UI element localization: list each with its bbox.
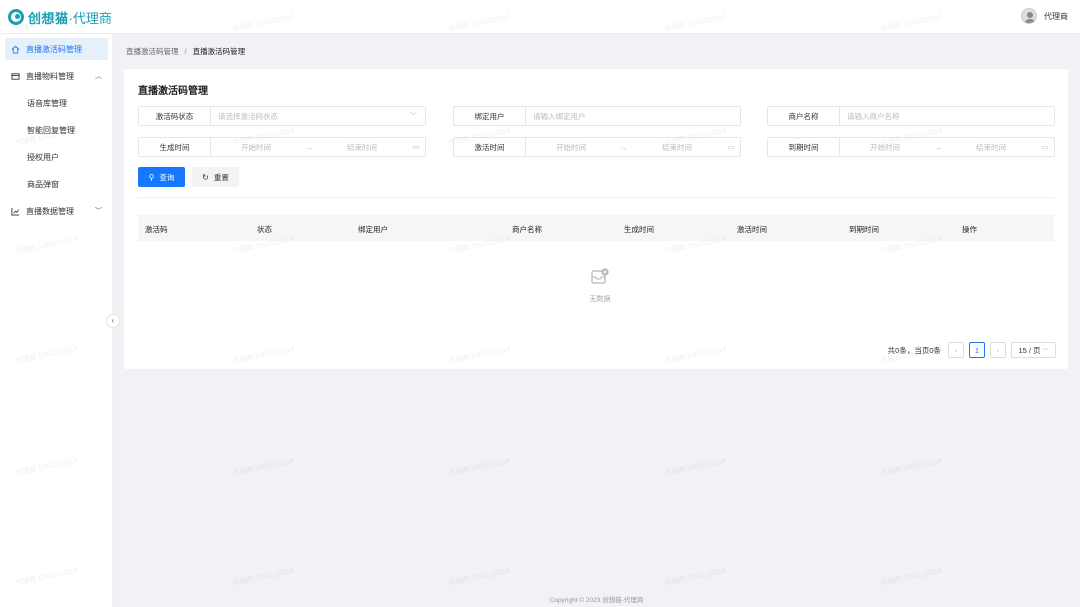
table-header: 激活码 状态 绑定用户 商户名称 生成时间 激活时间 到期时间 操作 [138, 215, 1054, 241]
bind-user-input[interactable] [533, 111, 740, 121]
user-menu[interactable]: 代理商 [1021, 8, 1068, 24]
calendar-icon: ▭ [727, 144, 735, 151]
breadcrumb: 直播激活码管理 / 直播激活码管理 [126, 46, 245, 57]
logo[interactable]: 创想猫 ·代理商 [8, 8, 112, 26]
empty-inbox-icon [591, 268, 609, 284]
arrow-right-icon: → [620, 142, 628, 152]
created-end-input[interactable]: 结束时间 [317, 142, 407, 153]
chevron-up-icon: ︿ [95, 73, 102, 80]
pagination: 共0条，当页0条 ‹ 1 › 15 / 页 ﹀ [888, 342, 1056, 358]
sidebar-item-label: 直播激活码管理 [26, 44, 82, 54]
footer-copyright: Copyright © 2023 创想猫-代理商 [549, 597, 644, 604]
sidebar: 直播激活码管理 直播物料管理 ︿ 语音库管理 智能回复管理 授权用户 商品弹窗 … [0, 34, 113, 607]
reset-button-label: 重置 [213, 172, 229, 182]
expires-end-input[interactable]: 结束时间 [946, 142, 1036, 153]
column-header-code: 激活码 [145, 225, 168, 234]
watermark-text: 代理商 13511111114 [448, 457, 511, 478]
breadcrumb-separator: / [184, 47, 187, 56]
column-header-expires: 到期时间 [849, 225, 879, 234]
chart-icon [11, 207, 20, 216]
logo-icon [8, 9, 24, 25]
column-header-actions: 操作 [962, 225, 977, 234]
logo-brand: 创想猫 [28, 10, 69, 26]
expires-range-filter[interactable]: 到期时间 开始时间 → 结束时间 ▭ [767, 137, 1055, 157]
activated-end-input[interactable]: 结束时间 [632, 142, 722, 153]
chevron-left-icon: ‹ [111, 316, 115, 325]
search-button[interactable]: ⚲ 查询 [138, 167, 185, 187]
watermark-text: 代理商 13511111114 [664, 457, 727, 478]
logo-suffix: ·代理商 [68, 10, 112, 26]
created-range-filter[interactable]: 生成时间 开始时间 → 结束时间 ▭ [138, 137, 426, 157]
column-header-created: 生成时间 [624, 225, 654, 234]
bind-user-filter: 绑定用户 [453, 106, 741, 126]
page-size-select[interactable]: 15 / 页 ﹀ [1011, 342, 1056, 358]
watermark-text: 代理商 13511111114 [880, 457, 943, 478]
sidebar-item-activation-codes[interactable]: 直播激活码管理 [5, 38, 108, 60]
status-select[interactable]: 请选择激活码状态 [211, 107, 425, 125]
merchant-label: 商户名称 [768, 107, 840, 125]
search-icon: ⚲ [148, 172, 155, 182]
arrow-right-icon: → [934, 142, 942, 152]
empty-state: 无数据 [575, 268, 625, 304]
main-card: 直播激活码管理 激活码状态 请选择激活码状态 ﹀ 绑定用户 商户名称 生成时间 … [124, 69, 1068, 369]
activated-label: 激活时间 [454, 138, 526, 156]
bind-user-label: 绑定用户 [454, 107, 526, 125]
chevron-right-icon: › [996, 345, 1000, 355]
home-icon [11, 45, 20, 54]
sidebar-subitem-authorized-users[interactable]: 授权用户 [27, 152, 59, 163]
watermark-text: 代理商 13511111114 [232, 457, 295, 478]
chevron-down-icon: ﹀ [410, 113, 417, 120]
page-title: 直播激活码管理 [138, 86, 208, 97]
pagination-summary: 共0条，当页0条 [887, 345, 941, 355]
column-header-bind-user: 绑定用户 [358, 225, 388, 234]
page-size-value: 15 / 页 [1018, 345, 1041, 355]
sidebar-item-label: 直播物料管理 [26, 71, 74, 81]
top-bar: 创想猫 ·代理商 代理商 [0, 0, 1080, 34]
page-1-button[interactable]: 1 [969, 342, 985, 358]
column-header-status: 状态 [257, 225, 272, 234]
column-header-activated: 激活时间 [737, 225, 767, 234]
chevron-left-icon: ‹ [954, 345, 958, 355]
mail-icon [11, 72, 20, 80]
search-button-label: 查询 [159, 172, 175, 182]
status-filter[interactable]: 激活码状态 请选择激活码状态 ﹀ [138, 106, 426, 126]
user-name: 代理商 [1044, 11, 1068, 21]
reset-icon: ↻ [202, 172, 209, 182]
next-page-button[interactable]: › [990, 342, 1006, 358]
watermark-text: 代理商 13511111114 [880, 567, 943, 588]
created-label: 生成时间 [139, 138, 211, 156]
created-start-input[interactable]: 开始时间 [211, 142, 301, 153]
sidebar-subitem-smart-reply[interactable]: 智能回复管理 [27, 125, 75, 136]
chevron-down-icon: ﹀ [1042, 348, 1049, 355]
merchant-filter: 商户名称 [767, 106, 1055, 126]
watermark-text: 代理商 13511111114 [664, 567, 727, 588]
sidebar-item-label: 直播数据管理 [26, 206, 74, 216]
expires-start-input[interactable]: 开始时间 [840, 142, 930, 153]
avatar[interactable] [1021, 8, 1037, 24]
reset-button[interactable]: ↻ 重置 [192, 167, 239, 187]
arrow-right-icon: → [305, 142, 313, 152]
chevron-down-icon: ﹀ [95, 208, 102, 215]
collapse-sidebar-button[interactable]: ‹ [106, 314, 120, 328]
breadcrumb-current: 直播激活码管理 [192, 47, 246, 56]
status-filter-label: 激活码状态 [139, 107, 211, 125]
calendar-icon: ▭ [1041, 144, 1049, 151]
column-header-merchant: 商户名称 [512, 225, 542, 234]
prev-page-button[interactable]: ‹ [948, 342, 964, 358]
activated-start-input[interactable]: 开始时间 [526, 142, 616, 153]
merchant-input[interactable] [847, 111, 1054, 121]
sidebar-item-live-data[interactable]: 直播数据管理 ﹀ [5, 200, 108, 222]
watermark-text: 代理商 13511111114 [448, 567, 511, 588]
sidebar-item-materials[interactable]: 直播物料管理 ︿ [5, 65, 108, 87]
sidebar-subitem-product-popup[interactable]: 商品弹窗 [27, 179, 59, 190]
watermark-text: 代理商 13511111114 [232, 567, 295, 588]
empty-text: 无数据 [589, 296, 611, 303]
expires-label: 到期时间 [768, 138, 840, 156]
calendar-icon: ▭ [412, 144, 420, 151]
divider [138, 197, 1054, 198]
breadcrumb-parent[interactable]: 直播激活码管理 [126, 47, 179, 56]
sidebar-subitem-voice-library[interactable]: 语音库管理 [27, 98, 67, 109]
activated-range-filter[interactable]: 激活时间 开始时间 → 结束时间 ▭ [453, 137, 741, 157]
